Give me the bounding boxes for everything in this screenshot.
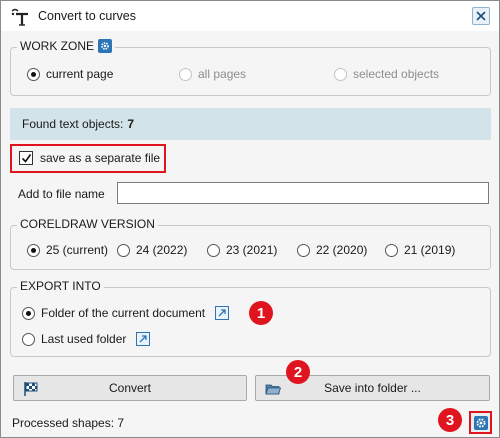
radio-last-used-folder[interactable]: Last used folder bbox=[22, 332, 151, 346]
radio-version-21[interactable]: 21 (2019) bbox=[385, 243, 455, 257]
export-into-title: EXPORT INTO bbox=[20, 279, 101, 293]
radio-dot bbox=[27, 67, 40, 81]
radio-dot bbox=[334, 67, 347, 81]
status-text: Processed shapes: 7 bbox=[12, 416, 125, 430]
work-zone-title: WORK ZONE bbox=[20, 39, 94, 53]
radio-label: 22 (2020) bbox=[316, 243, 368, 257]
work-zone-settings-button[interactable] bbox=[98, 39, 112, 53]
checkered-flag-icon bbox=[24, 382, 38, 396]
annotation-badge-3: 3 bbox=[438, 408, 462, 432]
convert-button-label: Convert bbox=[108, 381, 152, 395]
radio-dot bbox=[179, 67, 192, 81]
radio-dot bbox=[27, 243, 40, 257]
gear-icon bbox=[101, 42, 109, 50]
radio-label: selected objects bbox=[353, 67, 440, 81]
found-count: 7 bbox=[127, 117, 135, 131]
add-to-file-name-label: Add to file name bbox=[18, 187, 105, 201]
radio-label: current page bbox=[46, 67, 114, 81]
found-label: Found text objects: bbox=[22, 117, 124, 131]
radio-label: all pages bbox=[198, 67, 247, 81]
checkmark-icon bbox=[21, 153, 31, 163]
radio-label: Last used folder bbox=[41, 332, 127, 346]
annotation-badge-1: 1 bbox=[249, 301, 273, 325]
radio-dot bbox=[297, 243, 310, 257]
save-into-folder-label: Save into folder ... bbox=[324, 381, 421, 395]
radio-dot bbox=[22, 306, 35, 320]
window-title: Convert to curves bbox=[38, 9, 136, 23]
separate-file-label: save as a separate file bbox=[40, 151, 161, 165]
radio-selected-objects[interactable]: selected objects bbox=[334, 67, 439, 81]
convert-to-curves-window: Convert to curves WORK ZONE current page… bbox=[0, 0, 500, 438]
close-button[interactable] bbox=[472, 7, 490, 25]
separate-file-checkbox[interactable]: save as a separate file bbox=[19, 151, 160, 165]
annotation-badge-2: 2 bbox=[286, 360, 310, 384]
radio-current-page[interactable]: current page bbox=[27, 67, 113, 81]
close-icon bbox=[476, 11, 486, 21]
convert-button[interactable]: Convert bbox=[13, 375, 247, 401]
found-objects-bar: Found text objects: 7 bbox=[10, 108, 491, 140]
open-external-icon[interactable] bbox=[215, 306, 230, 320]
radio-dot bbox=[385, 243, 398, 257]
radio-dot bbox=[22, 332, 35, 346]
radio-label: 21 (2019) bbox=[404, 243, 456, 257]
folder-icon bbox=[265, 384, 281, 395]
coreldraw-version-group: CORELDRAW VERSION 25 (current) 24 (2022)… bbox=[10, 217, 491, 270]
file-name-suffix-input[interactable] bbox=[117, 182, 489, 204]
radio-label: 25 (current) bbox=[46, 243, 109, 257]
radio-label: 23 (2021) bbox=[226, 243, 278, 257]
radio-version-22[interactable]: 22 (2020) bbox=[297, 243, 367, 257]
radio-all-pages[interactable]: all pages bbox=[179, 67, 246, 81]
work-zone-group: WORK ZONE current page all pages selecte… bbox=[10, 39, 491, 96]
radio-version-25[interactable]: 25 (current) bbox=[27, 243, 108, 257]
radio-dot bbox=[207, 243, 220, 257]
coreldraw-version-title: CORELDRAW VERSION bbox=[20, 217, 155, 231]
radio-folder-current-document[interactable]: Folder of the current document bbox=[22, 306, 230, 320]
convert-curves-app-icon bbox=[11, 8, 28, 26]
radio-version-24[interactable]: 24 (2022) bbox=[117, 243, 187, 257]
open-external-icon[interactable] bbox=[136, 332, 151, 346]
title-bar: Convert to curves bbox=[1, 1, 499, 31]
radio-version-23[interactable]: 23 (2021) bbox=[207, 243, 277, 257]
settings-button[interactable] bbox=[469, 411, 492, 434]
radio-label: Folder of the current document bbox=[41, 306, 206, 320]
checkbox-box bbox=[19, 151, 33, 165]
radio-label: 24 (2022) bbox=[136, 243, 188, 257]
gear-icon bbox=[473, 415, 488, 430]
export-into-group: EXPORT INTO Folder of the current docume… bbox=[10, 279, 491, 357]
radio-dot bbox=[117, 243, 130, 257]
